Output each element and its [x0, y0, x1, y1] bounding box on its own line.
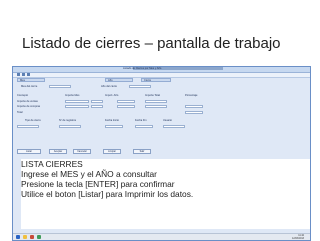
field-usuario[interactable]: [163, 125, 185, 128]
header-concepto: Concepto: [17, 94, 29, 97]
field-ventas-mes[interactable]: [65, 100, 89, 103]
row-label-total: Total: [17, 111, 23, 114]
menu-icon[interactable]: [22, 73, 25, 76]
instructions-line: Ingrese el MES y el AÑO a consultar: [21, 169, 157, 179]
tab-mes[interactable]: Mes: [17, 78, 45, 82]
row-label-ventas: Importe de ventas: [17, 100, 38, 103]
app-icon[interactable]: [30, 235, 34, 239]
app-icon[interactable]: [37, 235, 41, 239]
tab-label: Mes: [20, 79, 25, 82]
menu-icon[interactable]: [27, 73, 30, 76]
start-icon[interactable]: [16, 235, 20, 239]
tab-label: Año: [108, 79, 113, 82]
field-fin[interactable]: [135, 125, 153, 128]
subheader-registros: Nº de registros: [59, 119, 77, 122]
system-tray[interactable]: 11:42 12/03/2013: [292, 234, 304, 240]
subheader-usuario: Usuario: [163, 119, 172, 122]
header-importe-mes: Importe Mes: [65, 94, 80, 97]
field-tipo[interactable]: [17, 125, 39, 128]
row-label-compras: Importe de compras: [17, 105, 41, 108]
subheader-fin: Fecha Fin: [135, 119, 147, 122]
header-porcentaje: Porcentaje: [185, 94, 198, 97]
field-inicio[interactable]: [105, 125, 123, 128]
field-ventas-pct[interactable]: [145, 100, 167, 103]
instructions-line: Presione la tecla [ENTER] para confirmar: [21, 179, 175, 189]
field-compras-mes[interactable]: [65, 105, 89, 108]
tab-ano[interactable]: Año: [105, 78, 133, 82]
field-compras-pct[interactable]: [145, 105, 167, 108]
field-ventas-total[interactable]: [117, 100, 135, 103]
instructions-box: LISTA CIERRES Ingrese el MES y el AÑO a …: [21, 159, 310, 229]
menu-icon[interactable]: [17, 73, 20, 76]
field-compras-ano[interactable]: [91, 105, 103, 108]
header-importe-ano: Import. Año: [105, 94, 119, 97]
limpiar-button[interactable]: Limpiar: [103, 149, 121, 154]
aceptar-button[interactable]: Aceptar: [49, 149, 67, 154]
instructions-line: Utilice el boton [Listar] para Imprimir …: [21, 189, 194, 199]
slide-title: Listado de cierres – pantalla de trabajo: [22, 35, 281, 52]
field-total[interactable]: [185, 111, 203, 114]
subheader-tipo: Tipo de cierre: [25, 119, 41, 122]
label-ano-cierre: Año del cierre: [101, 85, 118, 88]
ano-input[interactable]: [129, 85, 151, 88]
field-compras-extra[interactable]: [185, 105, 203, 108]
cancelar-button[interactable]: Cancelar: [73, 149, 91, 154]
salir-button[interactable]: Salir: [133, 149, 151, 154]
subheader-inicio: Fecha Inicio: [105, 119, 119, 122]
field-compras-total[interactable]: [117, 105, 135, 108]
label-mes-cierre: Mes del cierre: [21, 85, 38, 88]
screenshot-window: Listado de Cierres por Mes y Año Mes Año…: [12, 66, 311, 241]
field-ventas-ano[interactable]: [91, 100, 103, 103]
folder-icon[interactable]: [23, 235, 27, 239]
mes-input[interactable]: [49, 85, 71, 88]
window-title: Listado de Cierres por Mes y Año: [123, 67, 162, 70]
header-importe-total: Importe Total: [145, 94, 160, 97]
field-registros[interactable]: [59, 125, 81, 128]
tab-label: Cierre: [144, 79, 152, 82]
tab-cierre[interactable]: Cierre: [141, 78, 171, 82]
listar-button[interactable]: Listar: [17, 149, 41, 154]
instructions-heading: LISTA CIERRES: [21, 159, 83, 169]
